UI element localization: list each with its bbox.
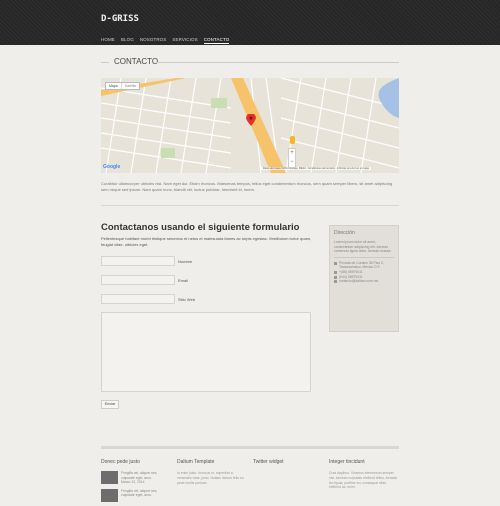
street-view-pegman-icon[interactable]: [290, 136, 295, 144]
map-marker-icon[interactable]: [246, 114, 256, 126]
page-title: CONTACTO: [114, 57, 159, 66]
name-label: Nombre: [178, 259, 193, 264]
email-link[interactable]: contacto@daltum.com.mx: [339, 279, 378, 284]
footer-col-posts: Donec pede justo Fringilla vel, aliquet …: [101, 459, 171, 506]
map-zoom-control: + −: [288, 148, 296, 168]
map-type-satelite-button[interactable]: Satélite: [120, 83, 140, 89]
address-email: contacto@daltum.com.mx: [334, 279, 394, 284]
footer-col4-title: Integer tincidunt: [329, 459, 365, 465]
section-divider: [101, 205, 399, 206]
nav-contacto[interactable]: Contacto: [203, 37, 230, 44]
map-credit: Datos del mapa ©2014 Google, INEGI · Con…: [261, 167, 371, 170]
phone-icon: [334, 270, 337, 274]
footer-col-info: Integer tincidunt Cras dapibus. Vivamus …: [329, 459, 399, 490]
website-field[interactable]: [101, 294, 175, 304]
form-title: Contactanos usando el siguiente formular…: [101, 222, 300, 233]
zoom-out-button[interactable]: −: [289, 158, 295, 167]
footer-col1-title: Donec pede justo: [101, 459, 140, 465]
page-title-bar: CONTACTO: [101, 52, 399, 72]
address-box: Dirección Lorem ipsum dolor sit amet, co…: [329, 225, 399, 332]
map-type-mapa-button[interactable]: Mapa: [106, 83, 121, 89]
nav-nosotros[interactable]: Nosotros: [140, 37, 167, 44]
address-divider: [334, 256, 394, 258]
footer-divider: [101, 446, 399, 449]
post-date: Marzo 12, 2014: [121, 480, 145, 485]
address-description: Lorem ipsum dolor sit amet, consectetuer…: [334, 240, 392, 254]
title-divider-right: [156, 62, 399, 63]
nav-servicios[interactable]: Servicios: [172, 37, 197, 44]
location-map[interactable]: Mapa Satélite Google Datos del mapa ©201…: [101, 78, 399, 173]
site-header: D-GRISS Home Blog Nosotros Servicios Con…: [0, 0, 500, 45]
footer-post[interactable]: Fringilla vel, aliquet nec, vulputate eg…: [101, 471, 171, 485]
site-logo[interactable]: D-GRISS: [101, 14, 139, 24]
footer-col4-text: Cras dapibus. Vivamus elementum semper n…: [329, 471, 398, 490]
post-text[interactable]: Fringilla vel, aliquet nec, vulputate eg…: [121, 471, 171, 480]
address-title: Dirección: [334, 230, 355, 236]
zoom-in-button[interactable]: +: [289, 149, 295, 158]
footer-col2-title: Daltum Template: [177, 459, 215, 465]
website-label: Sitio Web: [178, 297, 196, 302]
main-nav: Home Blog Nosotros Servicios Contacto: [101, 37, 230, 44]
footer-col-about: Daltum Template In enim justo, rhoncus u…: [177, 459, 247, 485]
message-textarea[interactable]: [101, 312, 311, 392]
mail-icon: [334, 280, 337, 284]
post-thumbnail[interactable]: [101, 471, 118, 484]
nav-home[interactable]: Home: [101, 37, 115, 44]
name-field[interactable]: [101, 256, 175, 266]
intro-paragraph: Curabitur ullamcorper ultricies nisi. Na…: [101, 181, 393, 192]
nav-blog[interactable]: Blog: [121, 37, 134, 44]
title-divider-left: [101, 62, 109, 63]
email-label: Email: [178, 278, 189, 283]
form-intro: Pellentesque habitant morbi tristique se…: [101, 236, 312, 247]
address-location: Privada de Corales 38 Piso 2, Tecamachal…: [334, 261, 394, 270]
footer-col-twitter: Twitter widget: [253, 459, 323, 471]
post-text[interactable]: Fringilla vel, aliquet nec, vulputate eg…: [121, 489, 171, 498]
email-field[interactable]: [101, 275, 175, 285]
footer-col2-text: In enim justo, rhoncus ut, imperdiet a, …: [177, 471, 244, 485]
address-location-text: Privada de Corales 38 Piso 2, Tecamachal…: [339, 260, 384, 270]
mobile-icon: [334, 275, 337, 279]
send-button[interactable]: Enviar: [101, 400, 119, 409]
footer-col3-title: Twitter widget: [253, 459, 284, 465]
map-type-control: Mapa Satélite: [105, 82, 141, 90]
google-logo: Google: [103, 164, 121, 170]
home-icon: [334, 261, 337, 265]
